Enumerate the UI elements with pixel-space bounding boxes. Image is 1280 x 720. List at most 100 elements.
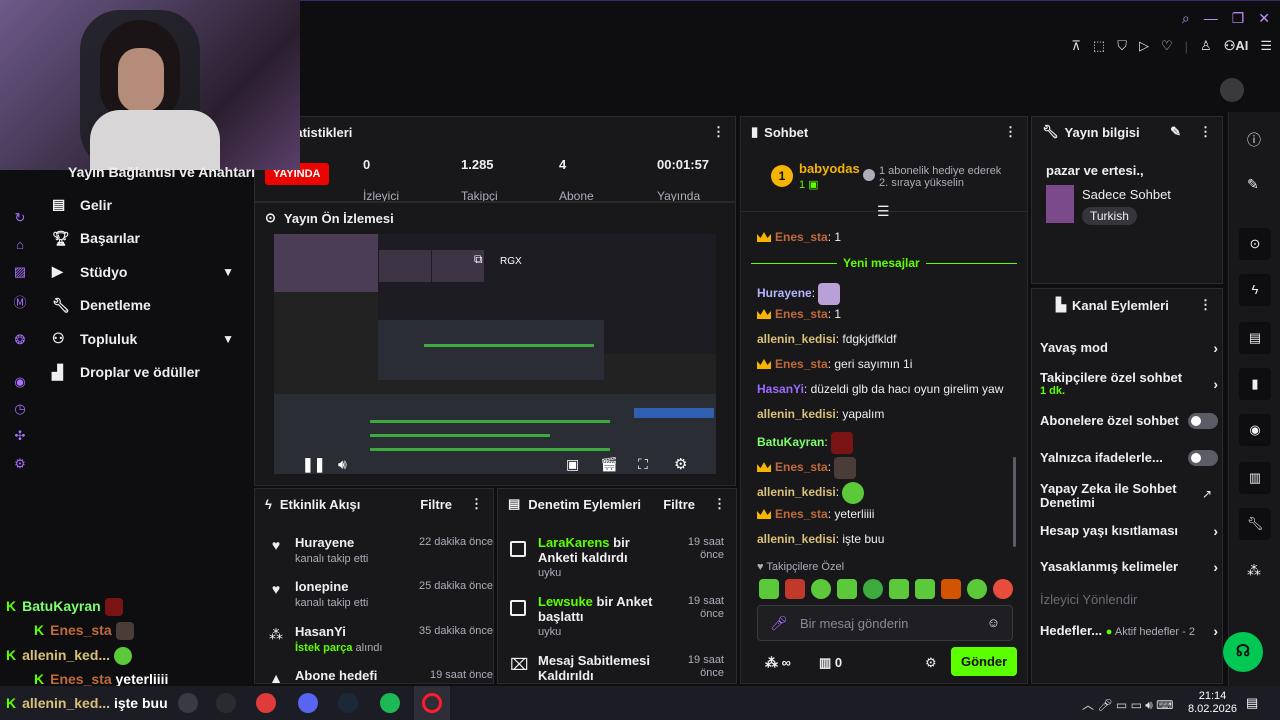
action-account-age[interactable]: Hesap yaşı kısıtlaması › xyxy=(1040,523,1218,539)
steam-icon[interactable] xyxy=(338,693,358,713)
more-icon[interactable]: ⋮ xyxy=(712,124,725,140)
send-button[interactable]: Gönder xyxy=(951,647,1018,676)
tray-icons[interactable]: ︿ 🎤︎ ▭ ▭ 🔊︎ ⌨ xyxy=(1082,696,1173,713)
nav-item-studyo[interactable]: ▶ Stüdyo ▼ xyxy=(0,255,252,289)
avatar[interactable] xyxy=(1220,78,1244,102)
more-icon[interactable]: ⋮ xyxy=(1004,124,1017,140)
crop-icon[interactable]: ⬚ xyxy=(1093,38,1105,54)
chat-user[interactable]: Enes_sta xyxy=(775,357,828,371)
popout-icon[interactable]: ⧉ xyxy=(474,252,483,267)
mod-filter-button[interactable]: Filtre xyxy=(663,497,695,512)
close-icon[interactable]: ✕ xyxy=(1258,10,1270,27)
chat-user[interactable]: BatuKayran xyxy=(757,435,824,449)
chat-user[interactable]: Enes_sta xyxy=(775,460,828,474)
user-icon[interactable]: ♙ xyxy=(1200,38,1212,54)
ai-button[interactable]: ⚇AI xyxy=(1224,38,1249,54)
nav-partial-label[interactable]: Yayın Bağlantısı ve Anahtarı xyxy=(68,164,255,180)
edit-icon[interactable]: ✎ xyxy=(1170,124,1181,140)
chat-user[interactable]: allenin_kedisi xyxy=(757,407,836,421)
action-slow-mode[interactable]: Yavaş mod › xyxy=(1040,340,1218,356)
nav-item-droplar[interactable]: ▟ Droplar ve ödüller xyxy=(0,356,252,390)
points-counter[interactable]: ▥ 0 xyxy=(819,655,842,671)
chat-user[interactable]: Enes_sta xyxy=(775,507,828,521)
emote-icon[interactable] xyxy=(967,579,987,599)
shield-icon[interactable]: ⛉ xyxy=(1117,38,1127,54)
category-box-art[interactable] xyxy=(1046,185,1074,223)
nav-item-basarilar[interactable]: 🏆︎ Başarılar xyxy=(0,222,252,256)
more-icon[interactable]: ⋮ xyxy=(1199,124,1212,140)
search-icon[interactable]: ⌕ xyxy=(1182,10,1190,27)
subs-only-toggle[interactable] xyxy=(1188,413,1218,429)
action-goals[interactable]: Hedefler... ● Aktif hedefler - 2 › xyxy=(1040,623,1218,639)
chat-settings-icon[interactable]: ⚙ xyxy=(925,655,937,671)
headset-icon[interactable]: ☊ xyxy=(1223,632,1263,672)
pause-icon[interactable]: ❚❚ xyxy=(302,456,325,473)
stream-preview[interactable]: RGX ⧉ ❚❚ 🔊︎ ▣ 🎬︎ ⛶ ⚙ xyxy=(274,234,716,474)
emote-icon[interactable] xyxy=(915,579,935,599)
emote-icon[interactable] xyxy=(837,579,857,599)
chat-user[interactable]: allenin_kedisi xyxy=(757,332,836,346)
info-icon[interactable]: ⓘ xyxy=(1247,130,1261,150)
action-banned-words[interactable]: Yasaklanmış kelimeler › xyxy=(1040,559,1218,575)
chat-user[interactable]: Enes_sta xyxy=(775,230,828,244)
pip-icon[interactable]: ▣ xyxy=(566,456,579,473)
edit-icon[interactable]: ✎ xyxy=(1247,176,1259,193)
pin-icon[interactable]: ⊼ xyxy=(1071,38,1081,54)
leaderboard-user[interactable]: babyodas xyxy=(799,161,860,176)
stream-category[interactable]: Sadece Sohbet xyxy=(1082,187,1171,202)
emote-icon[interactable] xyxy=(993,579,1013,599)
more-icon[interactable]: ⋮ xyxy=(1199,297,1212,313)
broadcast-icon[interactable]: ◉ xyxy=(1239,414,1271,446)
chat-scrollbar[interactable] xyxy=(1013,457,1016,547)
play-icon[interactable]: ▷ xyxy=(1139,38,1149,54)
mic-icon[interactable]: 🎤︎ xyxy=(770,615,788,632)
points-icon[interactable]: ⁂ xyxy=(1247,562,1261,579)
chat-user[interactable]: allenin_kedisi xyxy=(757,532,836,546)
action-subs-only[interactable]: Abonelere özel sohbet xyxy=(1040,413,1218,429)
active-app[interactable] xyxy=(414,686,450,720)
screenshot-icon[interactable]: ⊙ xyxy=(1239,228,1271,260)
activity-filter-button[interactable]: Filtre xyxy=(420,497,452,512)
app-icon[interactable] xyxy=(178,693,198,713)
volume-icon[interactable]: 🔊︎ xyxy=(338,456,347,473)
external-link-icon[interactable]: ↗ xyxy=(1202,487,1212,501)
chat-user[interactable]: HasanYi xyxy=(757,382,804,396)
emote-icon[interactable] xyxy=(811,579,831,599)
collapse-icon[interactable]: ☰ xyxy=(877,203,890,220)
notes-icon[interactable]: ▤ xyxy=(1239,322,1271,354)
bolt-icon[interactable]: ϟ xyxy=(1239,274,1271,306)
notification-icon[interactable]: ▤ xyxy=(1246,695,1258,711)
more-icon[interactable]: ⋮ xyxy=(713,496,726,512)
emote-icon[interactable] xyxy=(785,579,805,599)
emote-icon[interactable] xyxy=(889,579,909,599)
chat-user[interactable]: allenin_kedisi xyxy=(757,485,836,499)
chat-user[interactable]: Enes_sta xyxy=(775,307,828,321)
wrench-icon[interactable]: 🔧︎ xyxy=(1239,508,1271,540)
discord-icon[interactable] xyxy=(298,693,318,713)
spotify-icon[interactable] xyxy=(380,693,400,713)
more-icon[interactable]: ⋮ xyxy=(470,496,483,512)
minimize-icon[interactable]: — xyxy=(1204,10,1218,27)
menu-icon[interactable]: ☰ xyxy=(1260,38,1272,54)
maximize-icon[interactable]: ❐ xyxy=(1232,10,1245,27)
obs-icon[interactable] xyxy=(256,693,276,713)
clip-icon[interactable]: 🎬︎ xyxy=(600,456,618,473)
nav-item-topluluk[interactable]: ⚇ Topluluk ▼ xyxy=(0,322,252,356)
emoji-icon[interactable]: ☺ xyxy=(987,615,1000,630)
fullscreen-icon[interactable]: ⛶ xyxy=(638,456,648,473)
nav-item-denetleme[interactable]: 🔧︎ Denetleme xyxy=(0,289,252,323)
layout-icon[interactable]: ▥ xyxy=(1239,462,1271,494)
action-followers-only[interactable]: Takipçilere özel sohbet 1 dk. › xyxy=(1040,370,1218,397)
settings-icon[interactable]: ⚙ xyxy=(674,455,687,473)
emote-only-toggle[interactable] xyxy=(1188,450,1218,466)
emote-icon[interactable] xyxy=(759,579,779,599)
heart-icon[interactable]: ♡ xyxy=(1161,38,1173,54)
action-emote-only[interactable]: Yalnızca ifadelerle... xyxy=(1040,450,1218,466)
chat-user[interactable]: Hurayene xyxy=(757,286,812,300)
action-ai-moderation[interactable]: Yapay Zeka ile Sohbet Denetimi xyxy=(1040,482,1190,510)
channel-points-icon[interactable]: ⁂ ∞ xyxy=(765,655,791,671)
app-icon[interactable] xyxy=(216,693,236,713)
clock[interactable]: 21:14 8.02.2026 xyxy=(1188,690,1237,716)
chat-input[interactable]: 🎤︎ Bir mesaj gönderin ☺ xyxy=(757,605,1013,641)
emote-icon[interactable] xyxy=(941,579,961,599)
